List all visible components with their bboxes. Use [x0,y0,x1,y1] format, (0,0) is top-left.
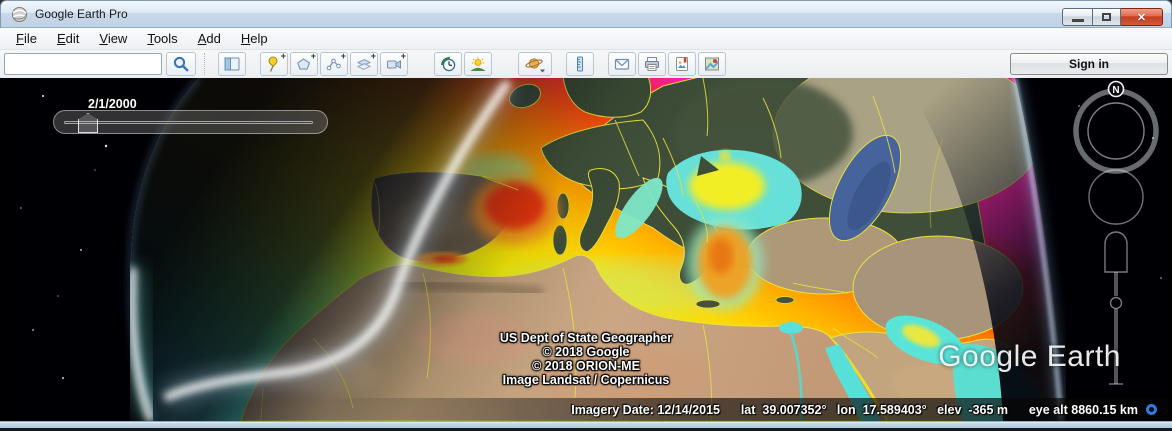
search-icon [172,55,190,73]
menu-tools[interactable]: Tools [137,29,187,48]
close-icon: ✕ [1137,11,1146,24]
toolbar-separator [204,53,212,75]
sign-in-button[interactable]: Sign in [1010,53,1168,75]
eye-alt-value: 8860.15 km [1071,403,1138,417]
time-slider-track[interactable] [64,121,313,124]
compass-north-label: N [1112,85,1119,96]
maximize-icon [1102,13,1111,21]
planets-button[interactable] [518,52,552,76]
view-in-maps-button[interactable] [698,52,726,76]
record-tour-button[interactable]: + [380,52,408,76]
show-sidebar-button[interactable] [218,52,246,76]
ruler-icon [571,55,589,73]
google-earth-window: Google Earth Pro ✕ File Edit View Tools … [0,0,1172,431]
lat-value: 39.007352° [762,403,826,417]
search-button[interactable] [166,52,196,76]
save-image-button[interactable] [668,52,696,76]
ruler-button[interactable] [566,52,594,76]
toolbar: + + + + + [0,50,1172,78]
time-slider-date: 2/1/2000 [88,97,137,111]
menu-help[interactable]: Help [231,29,278,48]
email-button[interactable] [608,52,636,76]
dropdown-arrow-icon [540,70,545,73]
time-slider-handle[interactable] [78,113,98,133]
printer-icon [643,55,661,73]
menu-file[interactable]: File [6,29,47,48]
imagery-date-value: 12/14/2015 [657,403,720,417]
close-button[interactable]: ✕ [1121,8,1163,26]
status-bar: Imagery Date: 12/14/2015 lat 39.007352° … [3,398,1169,421]
add-path-button[interactable]: + [320,52,348,76]
elev-label: elev [937,403,961,417]
menu-edit[interactable]: Edit [47,29,89,48]
zoom-knob [1111,298,1122,309]
streaming-indicator-icon [1146,404,1157,415]
elev-value: -365 m [968,403,1008,417]
minimize-button[interactable] [1062,8,1092,26]
search-input[interactable] [4,53,162,75]
sidebar-panel-icon [223,55,241,73]
time-slider[interactable]: 2/1/2000 [53,110,328,134]
add-image-overlay-button[interactable]: + [350,52,378,76]
title-bar[interactable]: Google Earth Pro ✕ [0,0,1172,28]
maximize-button[interactable] [1092,8,1121,26]
add-polygon-button[interactable]: + [290,52,318,76]
imagery-date-label: Imagery Date: [571,403,654,417]
print-button[interactable] [638,52,666,76]
zoom-in-button [1105,232,1127,272]
menu-bar: File Edit View Tools Add Help [0,28,1172,50]
menu-add[interactable]: Add [188,29,231,48]
sun-icon [469,55,487,73]
move-joystick [1089,170,1143,224]
minimize-icon [1072,19,1084,22]
lon-value: 17.589403° [863,403,927,417]
compass-ring[interactable]: N [1076,82,1156,172]
history-clock-icon [439,55,457,73]
lon-label: lon [837,403,856,417]
earth-viewport[interactable]: 2/1/2000 N US Dept of State Geogr [3,78,1169,421]
saturn-planet-icon [524,55,546,73]
save-image-icon [673,55,691,73]
menu-view[interactable]: View [89,29,137,48]
add-placemark-button[interactable]: + [260,52,288,76]
window-title: Google Earth Pro [35,7,128,21]
google-maps-icon [703,55,721,73]
google-earth-logo: Google Earth [938,340,1121,374]
historical-imagery-button[interactable] [434,52,462,76]
sunlight-button[interactable] [464,52,492,76]
lat-label: lat [741,403,756,417]
google-earth-app-icon [11,6,28,23]
window-bottom-border [0,421,1172,431]
eye-alt-label: eye alt [1029,403,1068,417]
email-icon [613,55,631,73]
